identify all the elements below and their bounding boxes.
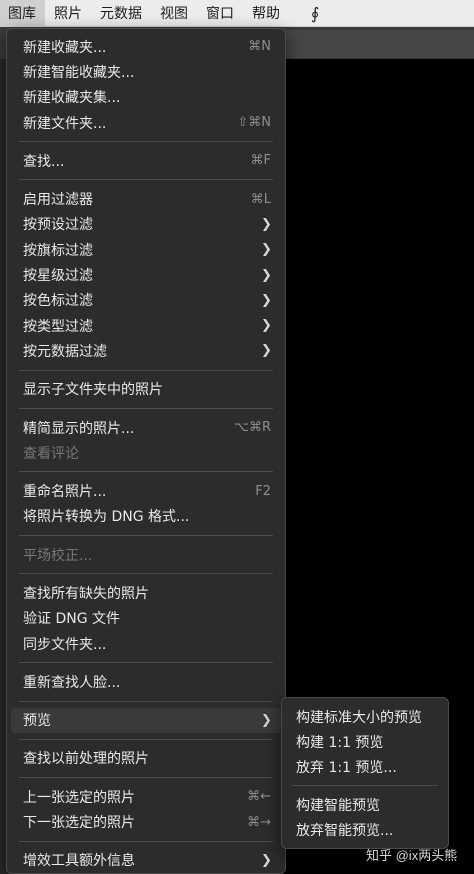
menu-separator bbox=[19, 471, 273, 473]
chevron-right-icon: ❯ bbox=[261, 242, 272, 258]
menu-separator bbox=[19, 573, 273, 575]
menubar-library[interactable]: 图库 bbox=[0, 0, 45, 27]
shortcut-label: ⌘F bbox=[250, 153, 271, 169]
menu-item-validate-dng[interactable]: 验证 DNG 文件 bbox=[7, 606, 285, 631]
menu-item-new-collection-set[interactable]: 新建收藏夹集... bbox=[7, 85, 285, 110]
menu-separator bbox=[19, 407, 273, 409]
menu-item-synchronize-folder[interactable]: 同步文件夹... bbox=[7, 631, 285, 656]
menu-item-filter-by-rating[interactable]: 按星级过滤 ❯ bbox=[7, 262, 285, 287]
menu-item-find-previous-processed[interactable]: 查找以前处理的照片 bbox=[7, 746, 285, 771]
shortcut-label: ⌥⌘R bbox=[233, 420, 271, 435]
menubar-help[interactable]: 帮助 bbox=[243, 0, 289, 27]
submenu-item-discard-smart-previews[interactable]: 放弃智能预览... bbox=[282, 817, 448, 842]
menu-separator bbox=[19, 141, 273, 143]
menu-separator bbox=[19, 369, 273, 371]
chevron-right-icon: ❯ bbox=[261, 712, 272, 728]
menu-item-find[interactable]: 查找... ⌘F bbox=[7, 148, 285, 173]
shortcut-label: ⌘L bbox=[250, 191, 271, 207]
shortcut-label: ⌘← bbox=[247, 789, 271, 805]
menu-separator bbox=[292, 785, 438, 786]
menu-separator bbox=[19, 179, 273, 181]
menu-item-previews[interactable]: 预览 ❯ bbox=[11, 707, 281, 733]
menu-separator bbox=[19, 535, 273, 537]
library-menu: 新建收藏夹... ⌘N 新建智能收藏夹... 新建收藏夹集... 新建文件夹..… bbox=[6, 28, 286, 874]
menubar-window[interactable]: 窗口 bbox=[197, 0, 243, 27]
chevron-right-icon: ❯ bbox=[261, 852, 272, 868]
menu-item-previous-selected-photo[interactable]: 上一张选定的照片 ⌘← bbox=[7, 784, 285, 809]
submenu-item-discard-1-1-previews[interactable]: 放弃 1:1 预览... bbox=[282, 754, 448, 779]
menu-item-new-smart-collection[interactable]: 新建智能收藏夹... bbox=[7, 59, 285, 84]
chevron-right-icon: ❯ bbox=[261, 292, 272, 308]
menu-item-new-folder[interactable]: 新建文件夹... ⇧⌘N bbox=[7, 110, 285, 135]
menu-bar: 图库 照片 元数据 视图 窗口 帮助 ∮ bbox=[0, 0, 474, 27]
shortcut-label: ⌘→ bbox=[247, 814, 271, 830]
app-panel-header bbox=[285, 30, 474, 58]
submenu-item-build-1-1-previews[interactable]: 构建 1:1 预览 bbox=[282, 729, 448, 754]
menu-item-rename-photo[interactable]: 重命名照片... F2 bbox=[7, 478, 285, 503]
chevron-right-icon: ❯ bbox=[261, 267, 272, 283]
menu-item-new-collection[interactable]: 新建收藏夹... ⌘N bbox=[7, 34, 285, 59]
menu-item-convert-to-dng[interactable]: 将照片转换为 DNG 格式... bbox=[7, 504, 285, 529]
menu-item-flat-field-correction: 平场校正... bbox=[23, 547, 93, 564]
menubar-photo[interactable]: 照片 bbox=[45, 0, 91, 27]
submenu-item-build-smart-previews[interactable]: 构建智能预览 bbox=[282, 792, 448, 817]
menu-item-next-selected-photo[interactable]: 下一张选定的照片 ⌘→ bbox=[7, 809, 285, 834]
menu-item-view-comments: 查看评论 bbox=[23, 445, 79, 462]
menu-item-filter-by-preset[interactable]: 按预设过滤 ❯ bbox=[7, 212, 285, 237]
chevron-right-icon: ❯ bbox=[261, 318, 272, 334]
submenu-item-build-standard-previews[interactable]: 构建标准大小的预览 bbox=[282, 704, 448, 729]
menu-separator bbox=[19, 662, 273, 664]
menu-separator bbox=[19, 700, 273, 702]
menubar-view[interactable]: 视图 bbox=[151, 0, 197, 27]
previews-submenu: 构建标准大小的预览 构建 1:1 预览 放弃 1:1 预览... 构建智能预览 … bbox=[281, 697, 449, 849]
menu-item-refine-photos[interactable]: 精简显示的照片... ⌥⌘R bbox=[7, 415, 285, 440]
shortcut-label: ⇧⌘N bbox=[237, 115, 271, 131]
menu-separator bbox=[19, 738, 273, 740]
menu-item-refind-faces[interactable]: 重新查找人脸... bbox=[7, 669, 285, 694]
lightroom-script-icon[interactable]: ∮ bbox=[289, 0, 328, 27]
menu-separator bbox=[19, 777, 273, 779]
shortcut-label: ⌘N bbox=[248, 39, 271, 55]
shortcut-label: F2 bbox=[255, 483, 271, 499]
menu-item-filter-by-kind[interactable]: 按类型过滤 ❯ bbox=[7, 313, 285, 338]
menu-separator bbox=[19, 840, 273, 842]
chevron-right-icon: ❯ bbox=[261, 343, 272, 359]
menu-item-find-missing-photos[interactable]: 查找所有缺失的照片 bbox=[7, 580, 285, 605]
watermark-text: 知乎 @ix两头熊 bbox=[366, 848, 458, 863]
menu-item-filter-by-color-label[interactable]: 按色标过滤 ❯ bbox=[7, 288, 285, 313]
menu-item-enable-filters[interactable]: 启用过滤器 ⌘L bbox=[7, 186, 285, 211]
menu-item-filter-by-flag[interactable]: 按旗标过滤 ❯ bbox=[7, 237, 285, 262]
menu-item-filter-by-metadata[interactable]: 按元数据过滤 ❯ bbox=[7, 338, 285, 363]
menu-item-show-subfolder-photos[interactable]: 显示子文件夹中的照片 bbox=[7, 377, 285, 402]
menu-item-plugin-extras[interactable]: 增效工具额外信息 ❯ bbox=[7, 848, 285, 873]
menubar-metadata[interactable]: 元数据 bbox=[91, 0, 151, 27]
chevron-right-icon: ❯ bbox=[261, 216, 272, 232]
